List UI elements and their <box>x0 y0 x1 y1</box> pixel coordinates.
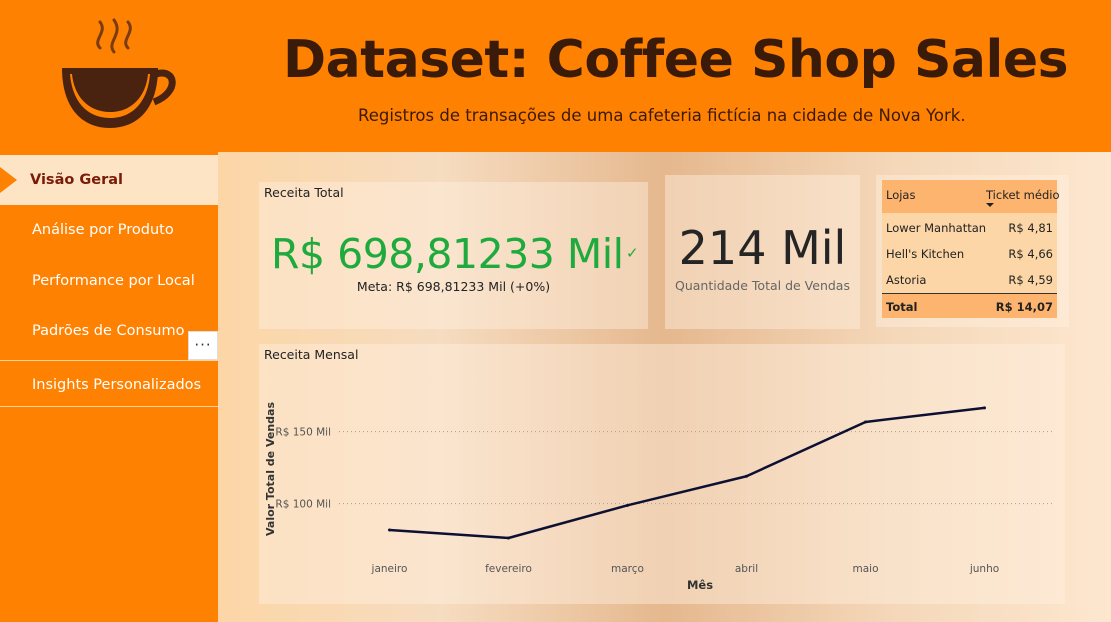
data-point <box>983 406 986 410</box>
table-row-store: Hell's Kitchen <box>886 247 965 261</box>
x-axis-title: Mês <box>687 578 713 592</box>
check-icon: ✓ <box>626 244 639 262</box>
x-tick-label: abril <box>735 563 758 575</box>
table-total-label: Total <box>886 300 918 314</box>
y-axis-title: Valor Total de Vendas <box>264 402 277 536</box>
revenue-kpi-card[interactable]: Receita Total R$ 698,81233 Mil ✓ Meta: R… <box>259 182 648 329</box>
revenue-value: R$ 698,81233 Mil <box>271 230 624 278</box>
column-header-ticket[interactable]: Ticket médio <box>986 188 1060 202</box>
table-row-store: Astoria <box>886 273 927 287</box>
revenue-line <box>389 406 985 540</box>
sidebar-divider <box>0 406 218 407</box>
table-total-value: R$ 14,07 <box>995 300 1053 314</box>
sidebar-item-padroes-consumo[interactable]: Padrões de Consumo <box>0 306 218 356</box>
x-tick-label: março <box>611 563 644 575</box>
coffee-cup-icon <box>62 18 176 128</box>
sidebar-item-insights[interactable]: Insights Personalizados <box>0 360 218 410</box>
page-subtitle: Registros de transações de uma cafeteria… <box>358 106 966 125</box>
sidebar-item-label: Padrões de Consumo <box>32 323 185 339</box>
header-banner: Dataset: Coffee Shop Sales Registros de … <box>0 0 1111 152</box>
data-point <box>626 503 629 507</box>
ticket-table-card[interactable]: Lojas Ticket médio Lower Manhattan R$ 4,… <box>876 175 1069 327</box>
sales-count-label: Quantidade Total de Vendas <box>675 278 850 293</box>
card-title: Receita Total <box>264 185 344 200</box>
sidebar-item-visao-geral[interactable]: Visão Geral <box>0 155 218 205</box>
sidebar-item-label: Insights Personalizados <box>32 377 202 393</box>
more-options-button[interactable]: ··· <box>188 331 218 360</box>
data-point <box>507 536 510 540</box>
sidebar-item-label: Performance por Local <box>32 273 195 289</box>
monthly-revenue-chart-card[interactable]: Receita Mensal R$ 100 Mil R$ 150 Mil janei… <box>259 344 1065 604</box>
data-point <box>745 474 748 478</box>
x-tick-label: junho <box>969 563 999 575</box>
revenue-goal: Meta: R$ 698,81233 Mil (+0%) <box>356 279 551 294</box>
y-tick-label: R$ 100 Mil <box>275 499 331 511</box>
column-header-lojas[interactable]: Lojas <box>886 188 915 202</box>
x-tick-label: maio <box>852 563 878 575</box>
sort-desc-icon[interactable] <box>986 203 994 207</box>
x-tick-label: fevereiro <box>485 563 532 575</box>
ticket-table: Lojas Ticket médio Lower Manhattan R$ 4,… <box>882 180 1060 320</box>
sidebar: Visão Geral Análise por Produto Performa… <box>0 152 218 622</box>
table-row-value: R$ 4,59 <box>1008 273 1053 287</box>
table-row-store: Lower Manhattan <box>886 221 987 235</box>
sidebar-item-label: Análise por Produto <box>32 222 174 238</box>
data-point <box>864 420 867 424</box>
y-tick-label: R$ 150 Mil <box>275 427 331 439</box>
page-title: Dataset: Coffee Shop Sales <box>283 30 1069 90</box>
report-canvas: Receita Total R$ 698,81233 Mil ✓ Meta: R… <box>218 152 1111 622</box>
data-point <box>388 528 391 532</box>
sales-count-card[interactable]: 214 Mil Quantidade Total de Vendas <box>665 175 860 329</box>
sidebar-item-label: Visão Geral <box>30 172 124 188</box>
sidebar-item-performance-local[interactable]: Performance por Local <box>0 256 218 306</box>
table-row-value: R$ 4,66 <box>1008 247 1053 261</box>
monthly-revenue-chart: R$ 100 Mil R$ 150 Mil janeiro fevereiro març… <box>264 402 1053 592</box>
sidebar-item-analise-produto[interactable]: Análise por Produto <box>0 205 218 255</box>
sales-count-value: 214 Mil <box>678 221 847 275</box>
x-tick-label: janeiro <box>371 563 408 575</box>
active-arrow-icon <box>0 167 17 193</box>
table-row-value: R$ 4,81 <box>1008 221 1053 235</box>
